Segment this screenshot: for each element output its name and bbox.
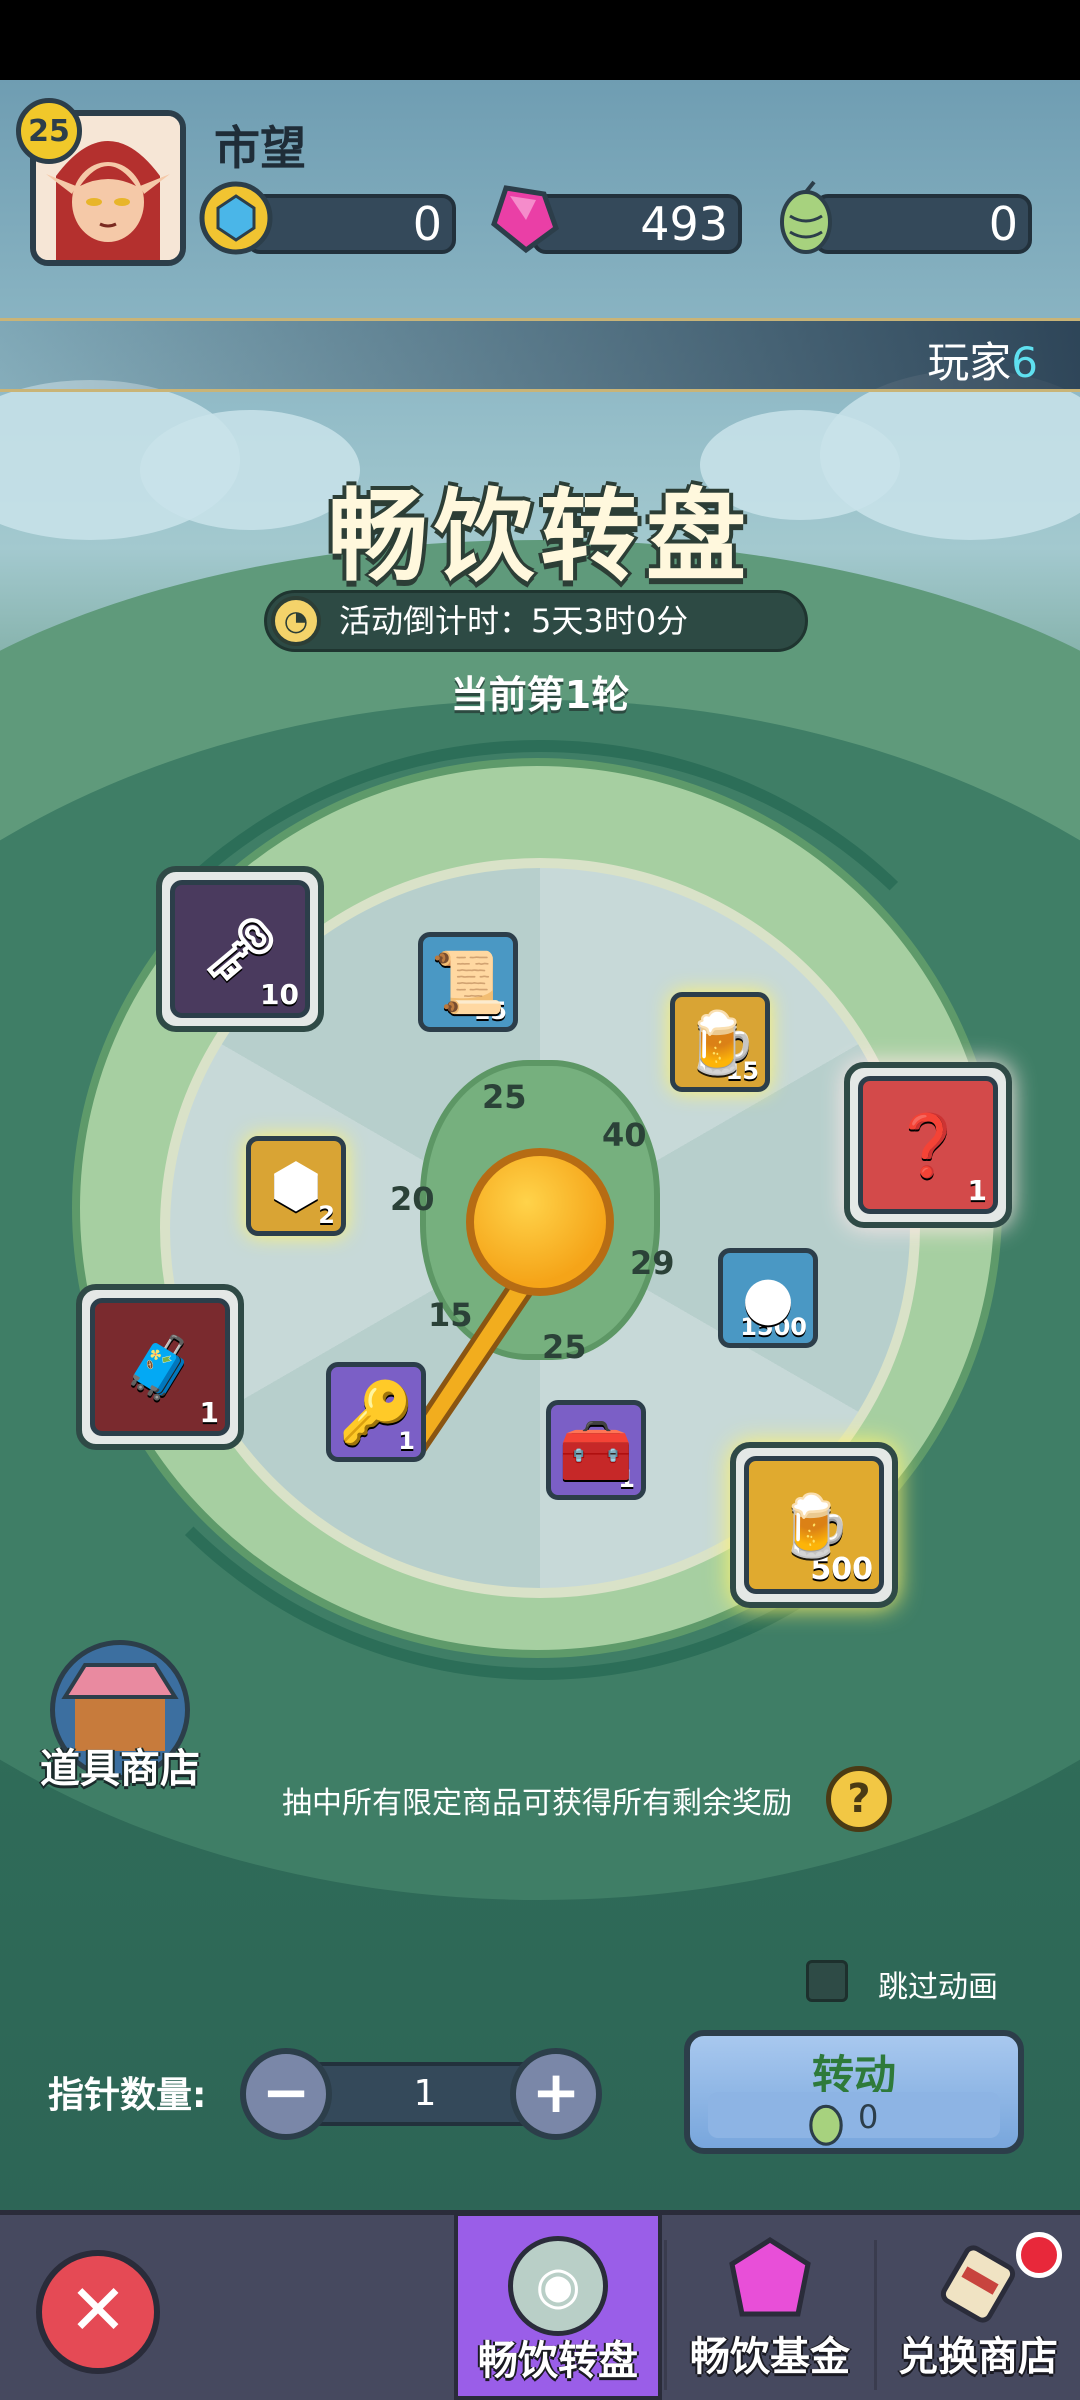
tab-exchange-shop-label: 兑换商店 xyxy=(898,2334,1058,2380)
blue-gem-coin-icon xyxy=(196,178,276,258)
needle-count-label: 指针数量: xyxy=(48,2075,207,2116)
hub-number: 20 xyxy=(390,1180,435,1218)
tab-fund-label: 畅饮基金 xyxy=(690,2334,850,2380)
spin-pointer-knob xyxy=(466,1148,614,1296)
tab-wheel[interactable]: ◉ 畅饮转盘 xyxy=(454,2212,662,2400)
prize-big-beer: 🍺 500 xyxy=(744,1456,884,1594)
big-beer-icon: 🍺 xyxy=(776,1490,852,1561)
skip-animation-label: 跳过动画 xyxy=(878,1970,998,2005)
reward-note: 抽中所有限定商品可获得所有剩余奖励 xyxy=(282,1786,792,1821)
gold-coin-icon: ● xyxy=(741,1263,795,1333)
wheel-item-beer-mug: 🍺 15 xyxy=(670,992,770,1092)
countdown-text: 活动倒计时：5天3时0分 xyxy=(339,602,689,640)
gold-key-icon: 🔑 xyxy=(338,1377,414,1448)
banner-number: 6 xyxy=(1011,338,1038,387)
tab-wheel-label: 畅饮转盘 xyxy=(478,2338,638,2384)
spin-cost-bar xyxy=(708,2092,1000,2138)
item-shop-label: 道具商店 xyxy=(40,1746,200,1792)
spin-button[interactable]: 转动 0 xyxy=(684,2030,1024,2154)
wheel-item-scroll: 📜 15 xyxy=(418,932,518,1032)
prize-red-chest: 🧳 1 xyxy=(90,1298,230,1436)
wheel-icon: ◉ xyxy=(508,2236,608,2336)
scroll-icon xyxy=(928,2232,1028,2332)
spin-cost: 0 xyxy=(858,2098,879,2136)
pink-gem-icon xyxy=(484,178,564,258)
countdown-pill: ◔ 活动倒计时：5天3时0分 xyxy=(264,590,808,652)
tab-fund[interactable]: 畅饮基金 xyxy=(668,2212,872,2400)
clock-icon: ◔ xyxy=(271,596,321,646)
player-banner: 玩家6 xyxy=(0,318,1080,392)
notification-dot xyxy=(1016,2232,1062,2278)
page-title: 畅饮转盘 xyxy=(328,478,752,595)
currency-hop-value: 0 xyxy=(814,194,1032,254)
level-badge: 25 xyxy=(16,98,82,164)
wheel-item-gold-coin: ● 1500 xyxy=(718,1248,818,1348)
status-bar xyxy=(0,0,1080,80)
beer-mug-icon: 🍺 xyxy=(682,1007,758,1078)
player-name: 市望 xyxy=(214,121,306,175)
hub-number: 25 xyxy=(482,1078,527,1116)
hub-number: 40 xyxy=(602,1116,647,1154)
key-icon: 🗝 xyxy=(201,914,279,985)
mystery-gems-icon: ❓ xyxy=(890,1110,966,1181)
skip-animation-checkbox[interactable] xyxy=(806,1960,848,2002)
close-button[interactable]: ✕ xyxy=(36,2250,160,2374)
wheel-item-green-chest: 🧰 1 xyxy=(546,1400,646,1500)
prize-purple-key: 🗝 10 xyxy=(170,880,310,1018)
decrement-button[interactable]: − xyxy=(240,2048,332,2140)
yellow-gem-icon: ⬢ xyxy=(269,1151,323,1221)
increment-button[interactable]: + xyxy=(510,2048,602,2140)
tab-divider xyxy=(664,2240,667,2390)
help-button[interactable]: ? xyxy=(826,1766,892,1832)
wheel-item-gold-key: 🔑 1 xyxy=(326,1362,426,1462)
red-chest-icon: 🧳 xyxy=(122,1332,198,1403)
hop-icon xyxy=(809,2104,843,2146)
prize-mystery-gems: ❓ 1 xyxy=(858,1076,998,1214)
currency-blue-gem-value: 0 xyxy=(246,194,456,254)
banner-label: 玩家6 xyxy=(927,338,1038,387)
pink-gem-icon xyxy=(720,2232,820,2332)
scroll-icon: 📜 xyxy=(430,947,506,1018)
hub-number: 29 xyxy=(630,1244,675,1282)
wheel-item-yellow-gem: ⬢ 2 xyxy=(246,1136,346,1236)
green-chest-icon: 🧰 xyxy=(558,1415,634,1486)
tab-divider xyxy=(874,2240,877,2390)
hop-icon xyxy=(766,178,846,258)
